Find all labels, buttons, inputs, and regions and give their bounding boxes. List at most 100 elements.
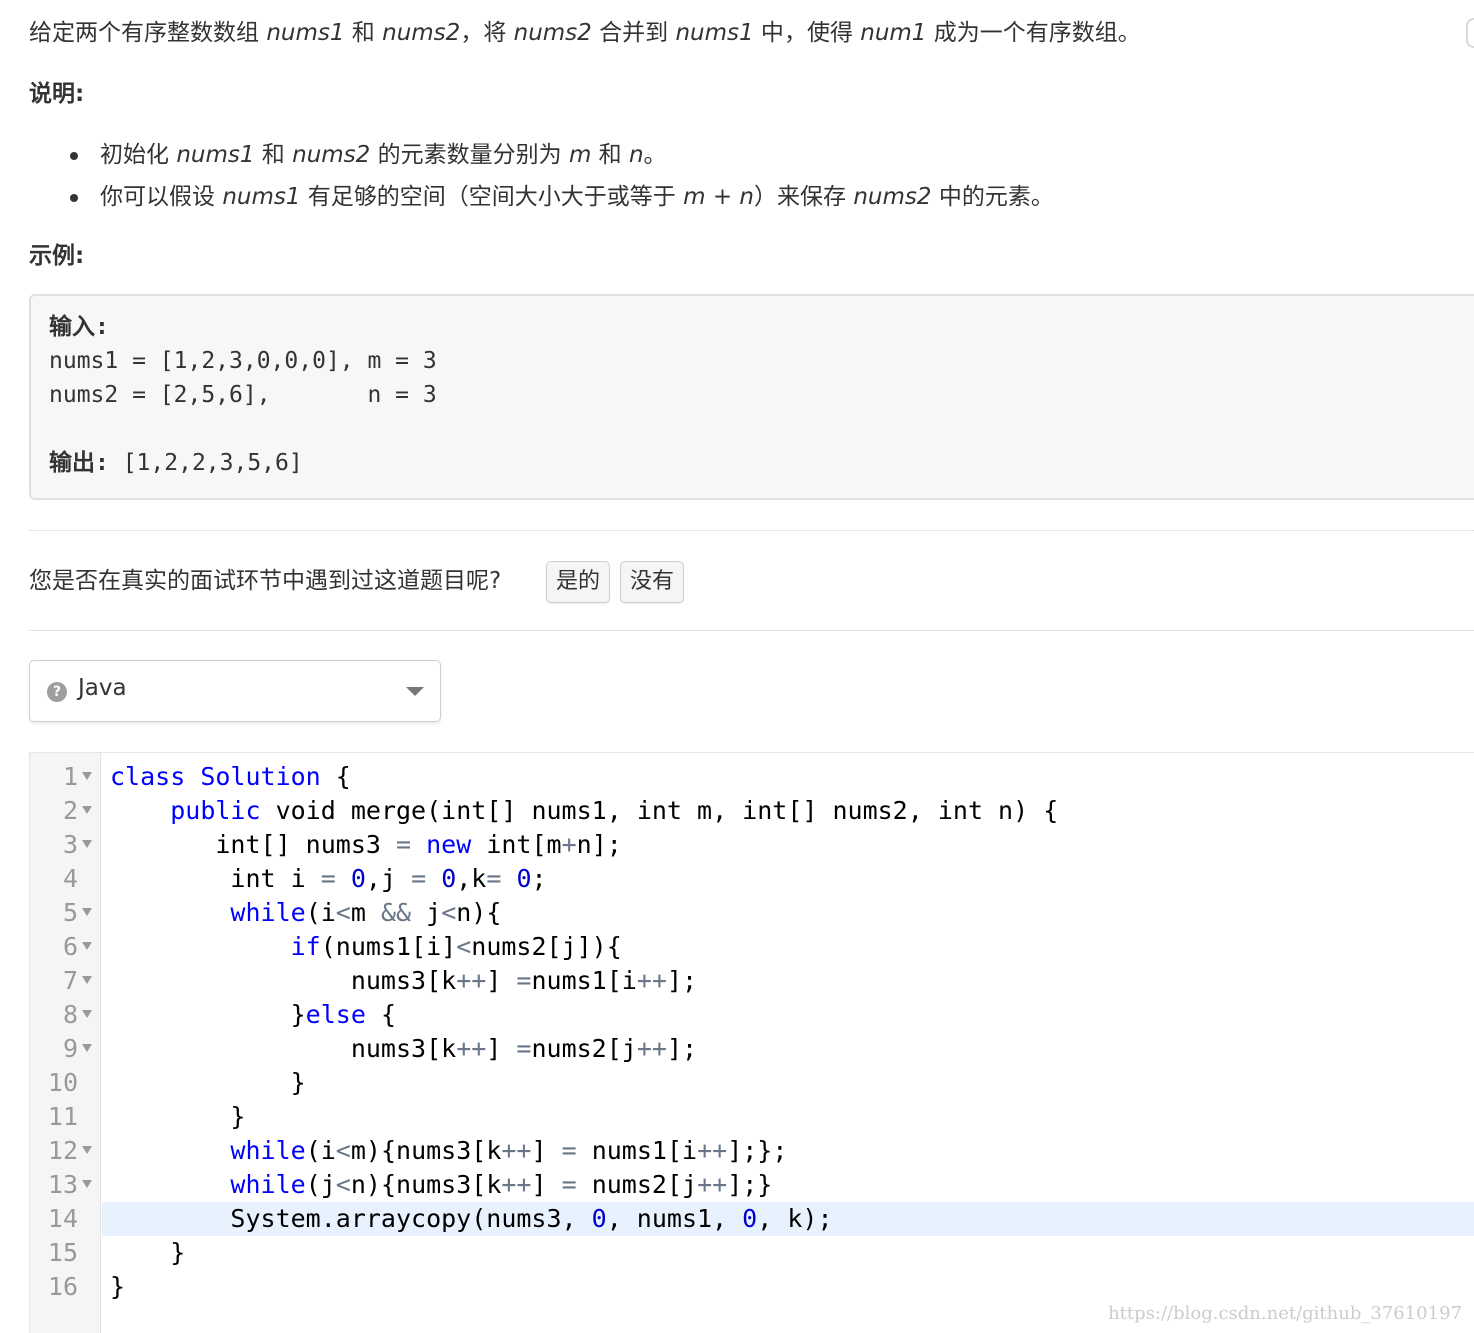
language-select[interactable]: ? Java	[29, 660, 441, 722]
note-text: 有足够的空间（空间大小大于或等于	[300, 184, 684, 210]
code-line[interactable]: 10 }	[30, 1066, 1474, 1100]
note-text: m	[568, 142, 592, 168]
code-token: nums3[k	[110, 1034, 457, 1063]
code-line[interactable]: 13 while(j<n){nums3[k++] = nums2[j++];}	[30, 1168, 1474, 1202]
fold-arrow-icon[interactable]	[82, 840, 92, 848]
code-token-op: ++	[501, 1170, 532, 1199]
code-token: ,k	[456, 864, 487, 893]
code-token: j	[411, 898, 442, 927]
intro-text: ，	[783, 20, 807, 46]
code-token: (j	[305, 1170, 336, 1199]
code-token-op: =	[561, 1170, 577, 1199]
code-token-op: =	[486, 864, 502, 893]
code-token: nums2[j	[531, 1034, 637, 1063]
code-token-op: ++	[456, 1034, 487, 1063]
fold-arrow-icon[interactable]	[82, 1180, 92, 1188]
code-line[interactable]: 2 public void merge(int[] nums1, int m, …	[30, 794, 1474, 828]
no-button[interactable]: 没有	[620, 561, 685, 603]
code-line[interactable]: 11 }	[30, 1100, 1474, 1134]
code-token: int[m	[471, 830, 562, 859]
code-line[interactable]: 14 System.arraycopy(nums3, 0, nums1, 0, …	[30, 1202, 1474, 1236]
note-text: ）来保存	[754, 184, 854, 210]
code-token: void merge(int[] nums1, int m, int[] num…	[260, 796, 1059, 825]
yes-button[interactable]: 是的	[546, 561, 611, 603]
code-token: ];	[666, 1034, 698, 1063]
code-line[interactable]: 5 while(i<m && j<n){	[30, 896, 1474, 930]
code-token: int i	[110, 864, 321, 893]
code-token: n){nums3[k	[350, 1170, 502, 1199]
code-text: }	[102, 1066, 1474, 1100]
code-line[interactable]: 9 nums3[k++] =nums2[j++];	[30, 1032, 1474, 1066]
code-token-op: <	[335, 1170, 351, 1199]
fold-arrow-icon[interactable]	[82, 1044, 92, 1052]
example-heading: 示例:	[29, 243, 85, 269]
code-line[interactable]: 16}	[30, 1270, 1474, 1304]
code-token: ;	[531, 864, 547, 893]
intro-text: ，将	[460, 20, 514, 46]
code-line[interactable]: 12 while(i<m){nums3[k++] = nums1[i++];};	[30, 1134, 1474, 1168]
code-token-kw: public	[170, 796, 261, 825]
code-token: System.arraycopy(nums3,	[110, 1204, 592, 1233]
chevron-down-icon[interactable]	[406, 687, 424, 696]
code-line[interactable]: 3 int[] nums3 = new int[m+n];	[30, 828, 1474, 862]
code-token-num: 0	[591, 1204, 607, 1233]
code-token: n){	[456, 898, 502, 927]
code-line[interactable]: 1 class Solution {	[30, 760, 1474, 794]
code-token-num: 0	[516, 864, 532, 893]
code-token-kw: new	[426, 830, 472, 859]
code-token: (i	[305, 898, 336, 927]
code-token: (i	[305, 1136, 336, 1165]
code-token: n];	[576, 830, 622, 859]
divider-dotted	[29, 530, 1474, 531]
line-number: 1	[62, 762, 78, 791]
code-token: ,j	[365, 864, 412, 893]
code-token-op: ++	[501, 1136, 532, 1165]
note-text: 和	[254, 142, 293, 168]
code-token: nums1[i	[576, 1136, 698, 1165]
code-text: while(j<n){nums3[k++] = nums2[j++];}	[102, 1168, 1474, 1202]
problem-intro: 给定两个有序整数数组 nums1 和 nums2，将 nums2 合并到 num…	[29, 14, 1141, 52]
code-token-op: =	[516, 966, 532, 995]
fold-arrow-icon[interactable]	[82, 976, 92, 984]
code-line[interactable]: 7 nums3[k++] =nums1[i++];	[30, 964, 1474, 998]
code-text: while(i<m && j<n){	[102, 896, 1474, 930]
code-token-op: ++	[636, 1034, 667, 1063]
code-token-op: <	[441, 898, 457, 927]
fold-arrow-icon[interactable]	[82, 772, 92, 780]
code-token-kw: while	[230, 1170, 306, 1199]
code-text: int i = 0,j = 0,k= 0;	[102, 862, 1474, 896]
code-editor[interactable]: 1 class Solution {2 public void merge(int…	[29, 752, 1474, 1333]
intro-text: 给定两个有序整数数组	[29, 20, 267, 46]
line-number: 15	[47, 1238, 78, 1267]
fold-arrow-icon[interactable]	[82, 1010, 92, 1018]
intro-text: 和	[344, 20, 383, 46]
code-line[interactable]: 8 }else {	[30, 998, 1474, 1032]
code-text: }else {	[102, 998, 1474, 1032]
code-token-num: 0	[350, 864, 366, 893]
code-token: m){nums3[k	[350, 1136, 502, 1165]
code-line[interactable]: 15 }	[30, 1236, 1474, 1270]
intro-text: nums1	[266, 20, 345, 46]
help-icon[interactable]: ?	[47, 682, 67, 702]
intro-text: nums1	[675, 20, 754, 46]
line-number: 4	[62, 864, 78, 893]
code-text: if(nums1[i]<nums2[j]){	[102, 930, 1474, 964]
scrollbar-knob[interactable]	[1466, 18, 1474, 48]
fold-arrow-icon[interactable]	[82, 806, 92, 814]
code-token: int[] nums3	[110, 830, 396, 859]
divider-solid	[29, 630, 1474, 631]
code-text: public void merge(int[] nums1, int m, in…	[102, 794, 1474, 828]
fold-arrow-icon[interactable]	[82, 942, 92, 950]
code-line[interactable]: 4 int i = 0,j = 0,k= 0;	[30, 862, 1474, 896]
code-line[interactable]: 6 if(nums1[i]<nums2[j]){	[30, 930, 1474, 964]
code-token: {	[365, 1000, 396, 1029]
code-token-kw: Solution	[200, 762, 321, 791]
note-text: 的元素数量分别为	[370, 142, 569, 168]
line-number: 16	[47, 1272, 78, 1301]
fold-arrow-icon[interactable]	[82, 1146, 92, 1154]
intro-text: 成为一个有序数组。	[926, 20, 1141, 46]
fold-arrow-icon[interactable]	[82, 908, 92, 916]
line-number: 2	[62, 796, 78, 825]
